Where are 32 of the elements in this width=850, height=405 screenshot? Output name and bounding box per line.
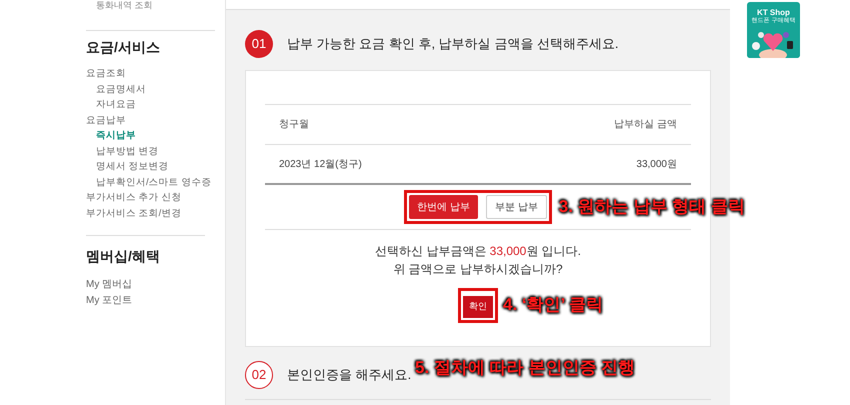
menu-link[interactable]: 통화내역 조회 [96,0,153,10]
menu-link[interactable]: 요금명세서 [86,82,146,97]
menu-link[interactable]: 명세서 정보변경 [86,159,169,174]
menu-link[interactable]: 요금납부 [86,112,126,128]
column-header: 납부하실 금액 [614,118,677,132]
table-cell-text: 33,000원 [636,158,677,172]
summary-text: 선택하신 납부금액은 33,000원 입니다. [374,243,582,260]
step-number: 01 [245,30,273,58]
ad-title: KT Shop [756,8,791,17]
menu-link[interactable]: 부가서비스 조회/변경 [86,206,182,221]
menu-link[interactable]: My 포인트 [86,292,215,308]
payment-option-button[interactable]: 부분 납부 [486,195,547,219]
annotation: 3. 원하는 납부 형태 클릭 [558,196,745,218]
section-title: 요금/서비스 [86,38,161,57]
menu-link[interactable]: 납부방법 변경 [86,144,159,159]
payment-option-button[interactable]: 한번에 납부 [409,195,478,219]
menu-link[interactable]: My 멤버십 [86,277,215,292]
column-header: 청구월 [279,118,309,132]
step-number: 02 [245,361,273,389]
menu-link[interactable]: 납부확인서/스마트 영수증 [86,174,212,190]
menu-link[interactable]: 요금조회 [86,66,126,82]
step-title: 본인인증을 해주세요. [287,366,412,384]
question-text: 위 금액으로 납부하시겠습니까? [393,261,563,278]
menu-link[interactable]: 부가서비스 추가 신청 [86,190,182,206]
section-title: 멤버십/혜택 [86,247,161,266]
menu-link[interactable]: 자녀요금 [86,97,136,112]
annotation: 4. ‘확인’ 클릭 [503,294,604,316]
annotation: 5. 절차에 따라 본인인증 진행 [415,357,636,379]
confirm-button[interactable]: 확인 [463,296,493,318]
step-title: 납부 가능한 요금 확인 후, 납부하실 금액을 선택해주세요. [287,35,619,54]
menu-link[interactable]: 즉시납부 [86,128,136,144]
table-cell-text: 2023년 12월(청구) [279,158,362,172]
